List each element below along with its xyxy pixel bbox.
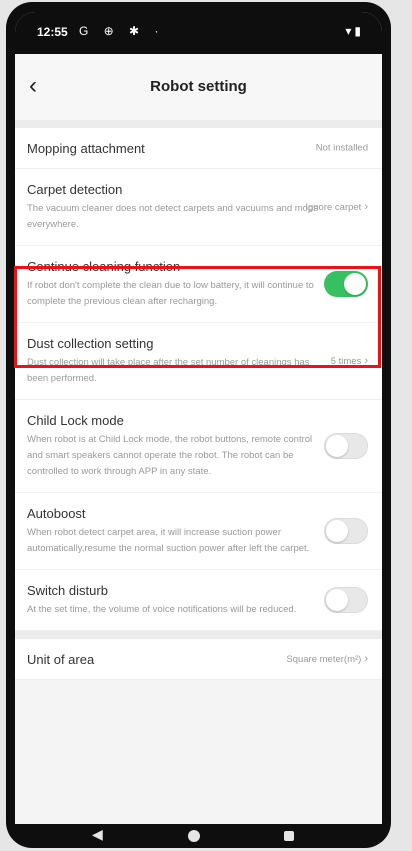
child-lock-toggle[interactable] <box>324 433 368 459</box>
setting-title: Dust collection setting <box>27 336 154 351</box>
setting-switch-disturb: Switch disturb At the set time, the volu… <box>15 570 382 631</box>
divider <box>15 120 382 128</box>
setting-description: At the set time, the volume of voice not… <box>27 604 297 615</box>
setting-description: When robot is at Child Lock mode, the ro… <box>27 434 313 477</box>
nav-recents-icon[interactable] <box>284 831 294 841</box>
setting-title: Child Lock mode <box>27 413 124 428</box>
setting-carpet-detection[interactable]: Carpet detection The vacuum cleaner does… <box>15 169 382 246</box>
switch-disturb-toggle[interactable] <box>324 587 368 613</box>
setting-value: Square meter(m²) › <box>286 653 368 665</box>
settings-card: Unit of area Square meter(m²) › <box>15 639 382 680</box>
app-header: ‹ Robot setting <box>15 54 382 120</box>
status-bar: 12:55 G ⊕ ✱ · ▾▮ <box>15 12 382 54</box>
chevron-right-icon: › <box>364 355 368 367</box>
setting-autoboost: Autoboost When robot detect carpet area,… <box>15 493 382 570</box>
toggle-knob <box>326 520 348 542</box>
screen: 12:55 G ⊕ ✱ · ▾▮ ‹ Robot setting Mopping… <box>15 12 382 824</box>
page-title: Robot setting <box>150 78 247 95</box>
setting-value: Ignore carpet › <box>305 201 368 213</box>
setting-title: Autoboost <box>27 506 86 521</box>
setting-description: Dust collection will take place after th… <box>27 357 310 384</box>
continue-cleaning-toggle[interactable] <box>324 271 368 297</box>
nav-home-icon[interactable] <box>188 830 200 842</box>
setting-value: Not installed <box>315 142 368 154</box>
autoboost-toggle[interactable] <box>324 518 368 544</box>
system-nav-bar: ◀ <box>6 824 391 848</box>
setting-dust-collection[interactable]: Dust collection setting Dust collection … <box>15 323 382 400</box>
toggle-knob <box>326 589 348 611</box>
toggle-knob <box>344 273 366 295</box>
chevron-right-icon: › <box>364 201 368 213</box>
toggle-knob <box>326 435 348 457</box>
divider <box>15 631 382 639</box>
status-time: 12:55 <box>37 25 68 39</box>
settings-card: Mopping attachment Not installed Carpet … <box>15 128 382 631</box>
setting-value: 5 times › <box>330 355 368 367</box>
setting-description: The vacuum cleaner does not detect carpe… <box>27 203 318 230</box>
setting-mopping-attachment[interactable]: Mopping attachment Not installed <box>15 128 382 169</box>
setting-description: If robot don't complete the clean due to… <box>27 280 314 307</box>
setting-description: When robot detect carpet area, it will i… <box>27 527 310 554</box>
setting-title: Continue cleaning function <box>27 259 181 274</box>
setting-title: Switch disturb <box>27 583 108 598</box>
setting-title: Carpet detection <box>27 182 123 197</box>
setting-continue-cleaning: Continue cleaning function If robot don'… <box>15 246 382 323</box>
settings-list: Mopping attachment Not installed Carpet … <box>15 120 382 680</box>
setting-child-lock: Child Lock mode When robot is at Child L… <box>15 400 382 493</box>
phone-frame: 12:55 G ⊕ ✱ · ▾▮ ‹ Robot setting Mopping… <box>6 2 391 848</box>
battery-wifi-icon: ▾▮ <box>345 24 364 38</box>
setting-unit-of-area[interactable]: Unit of area Square meter(m²) › <box>15 639 382 680</box>
chevron-right-icon: › <box>364 653 368 665</box>
status-icons: G ⊕ ✱ · <box>79 24 165 38</box>
nav-back-icon[interactable]: ◀ <box>92 826 103 843</box>
